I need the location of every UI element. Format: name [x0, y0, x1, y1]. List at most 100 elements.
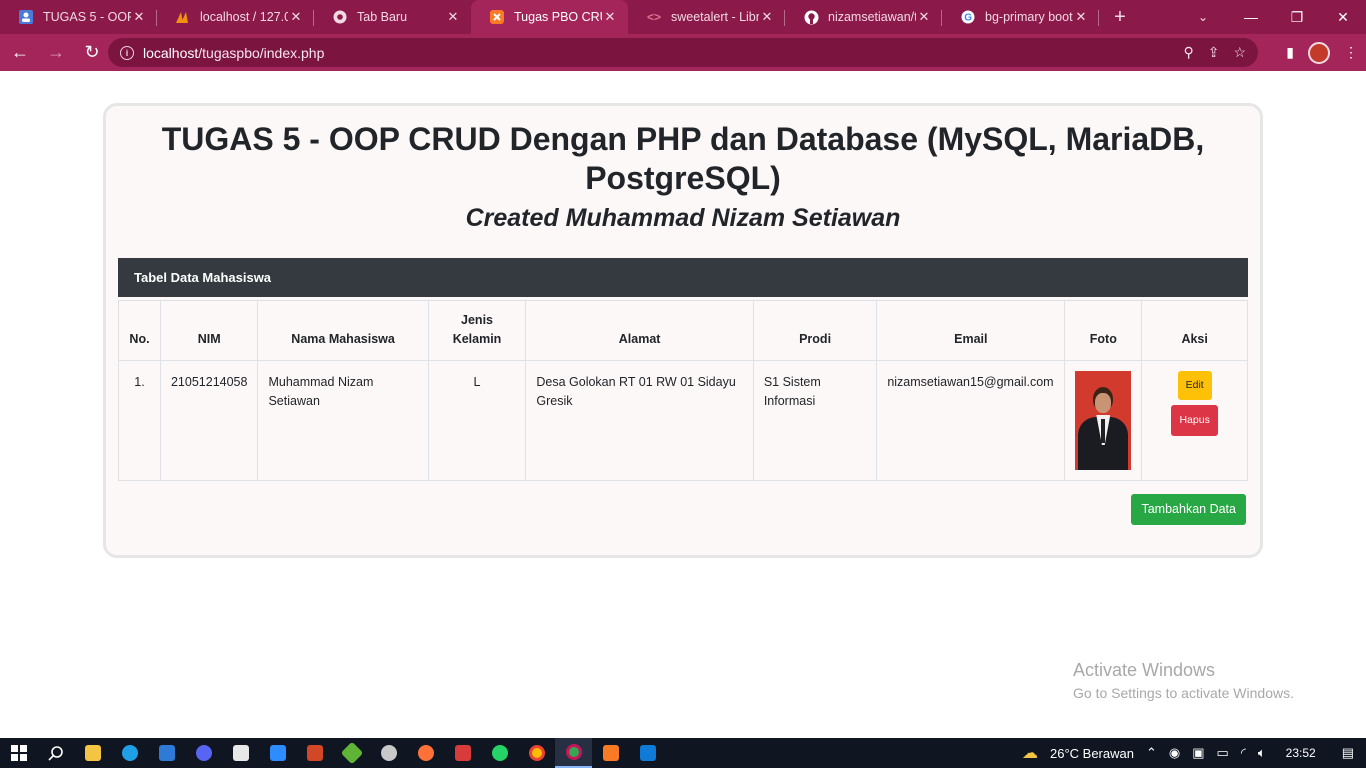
cell-foto [1064, 360, 1143, 481]
app-green-icon[interactable] [333, 738, 370, 768]
battery-icon[interactable]: ▭ [1211, 745, 1235, 761]
tab-title: bg-primary boots [985, 10, 1073, 24]
google-icon: G [960, 9, 976, 25]
tab-github[interactable]: nizamsetiawan/tu ✕ [785, 0, 942, 34]
menu-kebab-icon[interactable]: ⋮ [1344, 44, 1358, 61]
close-icon[interactable]: ✕ [759, 9, 775, 25]
site-info-icon[interactable]: i [120, 45, 134, 60]
notification-icon[interactable]: ▤ [1330, 745, 1366, 761]
back-arrow-icon[interactable]: ← [4, 38, 36, 68]
chevron-up-icon[interactable]: ⌃ [1140, 745, 1163, 761]
cell-jenis-kelamin: L [427, 360, 527, 481]
cell-nama: Muhammad Nizam Setiawan [257, 360, 429, 481]
whatsapp-icon[interactable] [481, 738, 518, 768]
main-card: TUGAS 5 - OOP CRUD Dengan PHP dan Databa… [103, 103, 1263, 558]
tab-title: Tugas PBO CRUD [514, 10, 602, 24]
cell-aksi: Edit Hapus [1141, 360, 1248, 481]
side-panel-icon[interactable]: ▮ [1286, 44, 1294, 61]
weather-icon[interactable]: ☁ [1016, 743, 1044, 763]
windows-start-icon[interactable] [0, 738, 37, 768]
student-photo [1075, 371, 1132, 470]
powerpoint-icon[interactable] [296, 738, 333, 768]
restore-icon[interactable]: ❐ [1274, 0, 1320, 34]
col-jenis-kelamin: Jenis Kelamin [427, 300, 527, 361]
activate-windows-watermark: Activate Windows Go to Settings to activ… [1073, 660, 1294, 701]
windows-taskbar: ☁ 26°C Berawan ⌃ ◉ ▣ ▭ ◜ 🔈︎ 23:52 ▤ [0, 738, 1366, 768]
cell-nim: 21051214058 [159, 360, 259, 481]
col-nama: Nama Mahasiswa [257, 300, 429, 361]
xampp-icon [489, 9, 505, 25]
cell-email: nizamsetiawan15@gmail.com [876, 360, 1066, 481]
volume-icon[interactable]: 🔈︎ [1252, 745, 1272, 761]
zoom-icon[interactable]: ⚲ [1183, 44, 1193, 61]
tab-tugas-pbo-crud[interactable]: Tugas PBO CRUD ✕ [471, 0, 628, 34]
url-text: localhost/tugaspbo/index.php [143, 44, 325, 61]
discord-icon[interactable] [185, 738, 222, 768]
close-icon[interactable]: ✕ [916, 9, 932, 25]
close-icon[interactable]: ✕ [131, 9, 147, 25]
svg-text:G: G [964, 13, 972, 24]
page-subtitle: Created Muhammad Nizam Setiawan [465, 204, 901, 232]
app-grid-icon[interactable] [444, 738, 481, 768]
tambahkan-data-button[interactable]: Tambahkan Data [1131, 494, 1246, 525]
col-nim: NIM [159, 300, 259, 361]
share-icon[interactable]: ⇪ [1208, 44, 1220, 61]
firefox-icon[interactable] [407, 738, 444, 768]
tab-tugas5[interactable]: TUGAS 5 - OOP C ✕ [0, 0, 157, 34]
close-icon[interactable]: ✕ [1073, 9, 1089, 25]
forward-arrow-icon[interactable]: → [40, 38, 72, 68]
minimize-icon[interactable]: — [1228, 0, 1274, 34]
tab-title: TUGAS 5 - OOP C [43, 10, 131, 24]
phpmyadmin-icon [175, 9, 191, 25]
tab-sweetalert[interactable]: <> sweetalert - Libra ✕ [628, 0, 785, 34]
code-icon: <> [646, 10, 661, 24]
search-icon[interactable] [37, 738, 74, 768]
profile-avatar[interactable] [1308, 41, 1330, 64]
mail-icon[interactable] [148, 738, 185, 768]
cell-no: 1. [118, 360, 161, 481]
reload-icon[interactable]: ↻ [76, 38, 108, 68]
col-alamat: Alamat [525, 300, 754, 361]
table-header-row: No. NIM Nama Mahasiswa Jenis Kelamin Ala… [118, 300, 1248, 361]
chrome-profile-taskbar-icon[interactable] [555, 738, 592, 768]
clock-time[interactable]: 23:52 [1272, 746, 1330, 760]
table-row: 1. 21051214058 Muhammad Nizam Setiawan L… [118, 360, 1248, 481]
tab-phpmyadmin[interactable]: localhost / 127.0. ✕ [157, 0, 314, 34]
browser-tab-bar: TUGAS 5 - OOP C ✕ localhost / 127.0. ✕ T… [0, 0, 1366, 34]
chrome-icon [332, 9, 348, 25]
page-title: TUGAS 5 - OOP CRUD Dengan PHP dan Databa… [161, 121, 1205, 196]
calculator-icon[interactable] [222, 738, 259, 768]
weather-text[interactable]: 26°C Berawan [1044, 746, 1140, 761]
edge-icon[interactable] [111, 738, 148, 768]
tab-title: localhost / 127.0. [200, 10, 288, 24]
user-icon [18, 9, 34, 25]
tab-title: Tab Baru [357, 10, 408, 24]
file-explorer-icon[interactable] [74, 738, 111, 768]
record-icon[interactable]: ◉ [1163, 745, 1186, 761]
table-card-header: Tabel Data Mahasiswa [118, 258, 1248, 297]
watermark-subtitle: Go to Settings to activate Windows. [1073, 685, 1294, 701]
tab-search-chevron-icon[interactable]: ⌄ [1188, 0, 1218, 34]
hapus-button[interactable]: Hapus [1171, 405, 1218, 436]
close-window-icon[interactable]: ✕ [1320, 0, 1366, 34]
paint-icon[interactable] [370, 738, 407, 768]
chrome-taskbar-icon[interactable] [518, 738, 555, 768]
tab-tab-baru[interactable]: Tab Baru ✕ [314, 0, 471, 34]
new-tab-button[interactable]: + [1105, 0, 1135, 34]
meet-icon[interactable]: ▣ [1186, 745, 1210, 761]
vscode-icon[interactable] [629, 738, 666, 768]
col-aksi: Aksi [1141, 300, 1248, 361]
bookmark-star-icon[interactable]: ☆ [1233, 44, 1246, 61]
address-bar[interactable]: i localhost/tugaspbo/index.php ⚲ ⇪ ☆ [108, 38, 1258, 67]
close-icon[interactable]: ✕ [602, 9, 618, 25]
close-icon[interactable]: ✕ [288, 9, 304, 25]
xampp-taskbar-icon[interactable] [592, 738, 629, 768]
page-content: TUGAS 5 - OOP CRUD Dengan PHP dan Databa… [0, 71, 1366, 738]
zoom-app-icon[interactable] [259, 738, 296, 768]
tab-google[interactable]: G bg-primary boots ✕ [942, 0, 1099, 34]
close-icon[interactable]: ✕ [445, 9, 461, 25]
window-controls: — ❐ ✕ [1228, 0, 1366, 34]
edit-button[interactable]: Edit [1177, 371, 1212, 400]
wifi-icon[interactable]: ◜ [1235, 745, 1252, 761]
col-prodi: Prodi [752, 300, 878, 361]
